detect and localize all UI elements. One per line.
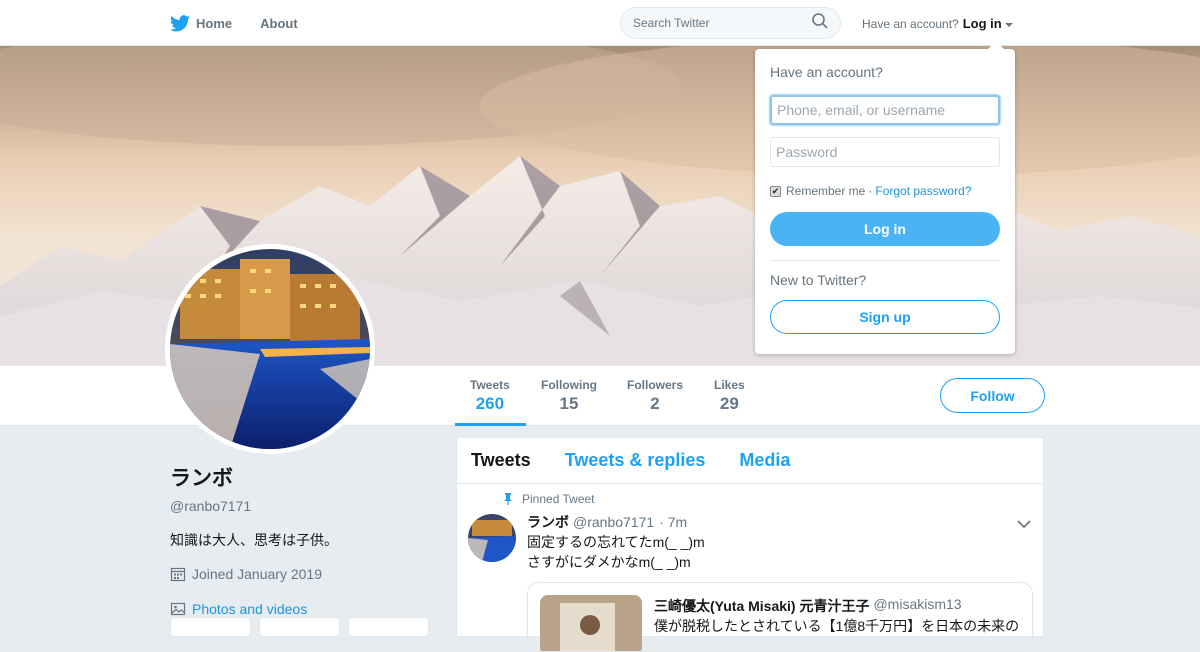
nav-home[interactable]: Home: [170, 14, 233, 32]
timeline-tabs: Tweets Tweets & replies Media: [457, 438, 1043, 484]
pinned-context: Pinned Tweet: [503, 492, 595, 506]
remember-me-row: ✔ Remember me · Forgot password?: [770, 184, 971, 198]
username-field[interactable]: [770, 95, 1000, 125]
pinned-label: Pinned Tweet: [522, 492, 595, 506]
search-box[interactable]: Search Twitter: [620, 7, 841, 39]
profile-sidebar: ランボ @ranbo7171 知識は大人、思考は子供。 Joined Janua…: [170, 462, 440, 617]
global-nav: Home About: [170, 0, 326, 46]
calendar-icon: [170, 567, 186, 582]
nav-home-label: Home: [196, 15, 233, 31]
tweet-text-line: 固定するの忘れてたm(_ _)m: [527, 534, 705, 550]
separator-dot: ·: [868, 184, 873, 198]
profile-join-date: Joined January 2019: [170, 566, 440, 582]
stat-value: 29: [719, 394, 739, 413]
stat-label: Following: [541, 378, 597, 392]
stat-value: 2: [650, 394, 660, 413]
stat-value: 15: [559, 394, 579, 413]
search-input[interactable]: Search Twitter: [633, 16, 812, 30]
login-dropdown-title: Have an account?: [770, 64, 883, 80]
photos-videos-label: Photos and videos: [192, 601, 308, 617]
tab-tweets-replies[interactable]: Tweets & replies: [565, 450, 706, 471]
pin-icon: [504, 493, 512, 505]
stat-likes[interactable]: Likes 29: [714, 378, 745, 414]
active-tab-indicator: [455, 423, 526, 426]
tweet-text-line: さすがにダメかなm(_ _)m: [527, 554, 691, 570]
tweet-header: ランボ @ranbo7171 · 7m: [527, 512, 687, 532]
stat-label: Followers: [627, 378, 684, 392]
remember-me-label[interactable]: Remember me: [786, 184, 865, 198]
top-navigation-bar: Home About Search Twitter Have an accoun…: [0, 0, 1200, 46]
media-thumbnail[interactable]: [348, 617, 429, 637]
stat-followers[interactable]: Followers 2: [627, 378, 683, 414]
stat-value: 260: [475, 394, 505, 413]
quoted-tweet[interactable]: 三崎優太(Yuta Misaki) 元青汁王子 @misakism13 僕が脱税…: [527, 582, 1033, 652]
quoted-author-name: 三崎優太(Yuta Misaki) 元青汁王子: [654, 598, 870, 614]
new-to-twitter-prompt: New to Twitter?: [770, 272, 867, 288]
follow-button[interactable]: Follow: [940, 378, 1045, 413]
media-thumbnails: [170, 617, 437, 637]
nav-about[interactable]: About: [260, 16, 298, 31]
image-icon: [170, 602, 186, 616]
forgot-password-link[interactable]: Forgot password?: [875, 184, 971, 198]
tweet-timestamp[interactable]: · 7m: [659, 514, 687, 530]
tweet-author-name[interactable]: ランボ: [527, 512, 569, 532]
timeline: Tweets Tweets & replies Media Pinned Twe…: [456, 437, 1044, 652]
tweet-text: 固定するの忘れてたm(_ _)m さすがにダメかなm(_ _)m: [527, 532, 705, 572]
profile-bio: 知識は大人、思考は子供。: [170, 532, 338, 548]
media-thumbnail[interactable]: [170, 617, 251, 637]
tweet-avatar[interactable]: [468, 514, 516, 562]
tab-tweets[interactable]: Tweets: [471, 450, 531, 471]
tweet-author-handle[interactable]: @ranbo7171: [573, 514, 654, 530]
quoted-author-handle: @misakism13: [873, 596, 962, 612]
quoted-tweet-text: 僕が脱税したとされている【1億8千万円】を日本の未来の: [654, 618, 1020, 634]
stat-label: Tweets: [470, 378, 510, 392]
nav-about-label: About: [260, 15, 298, 31]
stat-label: Likes: [714, 378, 745, 392]
profile-name[interactable]: ランボ: [170, 462, 440, 492]
quoted-tweet-image: [540, 595, 642, 651]
quoted-tweet-header: 三崎優太(Yuta Misaki) 元青汁王子 @misakism13: [654, 596, 962, 616]
remember-me-checkbox[interactable]: ✔: [770, 185, 781, 197]
tab-media[interactable]: Media: [739, 450, 790, 471]
stat-following[interactable]: Following 15: [541, 378, 597, 414]
photos-videos-link[interactable]: Photos and videos: [170, 601, 440, 617]
login-menu-toggle[interactable]: Log in: [963, 16, 1002, 31]
chevron-down-icon[interactable]: [1004, 22, 1013, 27]
signup-button[interactable]: Sign up: [770, 300, 1000, 334]
search-icon[interactable]: [812, 12, 828, 34]
login-dropdown: Have an account? ✔ Remember me · Forgot …: [755, 41, 1015, 354]
profile-handle[interactable]: @ranbo7171: [170, 498, 440, 514]
account-prompt: Have an account?: [862, 16, 959, 31]
divider: [770, 260, 1000, 261]
stat-tweets[interactable]: Tweets 260: [470, 378, 510, 414]
twitter-bird-icon: [170, 14, 190, 32]
profile-avatar[interactable]: [165, 244, 375, 454]
password-field[interactable]: [770, 137, 1000, 167]
account-area: Have an account? Log in: [862, 16, 1013, 31]
join-date-text: Joined January 2019: [192, 566, 322, 582]
chevron-down-icon[interactable]: [1017, 516, 1031, 534]
media-thumbnail[interactable]: [259, 617, 340, 637]
login-button[interactable]: Log in: [770, 212, 1000, 246]
